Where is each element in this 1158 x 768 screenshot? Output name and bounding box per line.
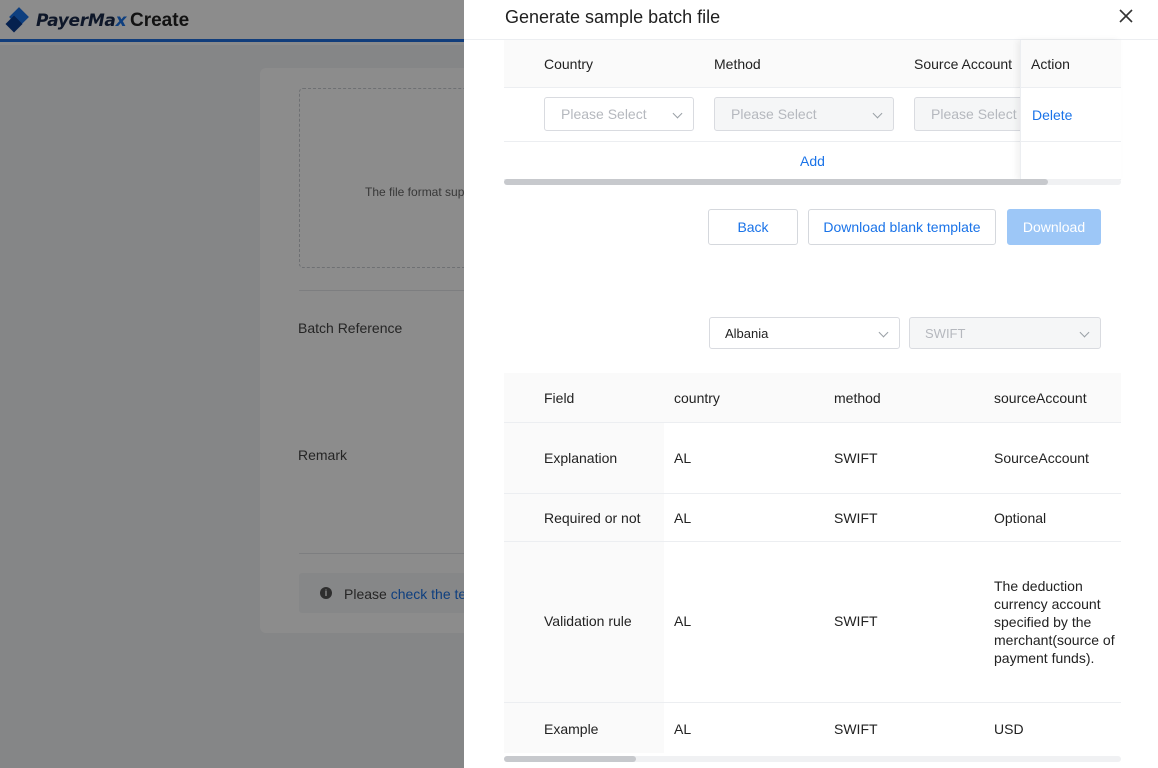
chevron-down-icon <box>872 108 883 119</box>
generate-sample-drawer: Generate sample batch file Country Metho… <box>464 0 1158 768</box>
source-account-cell: USD <box>994 721 1024 737</box>
source-account-cell: SourceAccount <box>994 450 1089 466</box>
country-cell: AL <box>674 721 692 737</box>
method-cell: SWIFT <box>834 510 878 526</box>
horizontal-scrollbar[interactable] <box>504 756 1121 762</box>
chevron-down-icon <box>672 108 683 119</box>
scrollbar-thumb[interactable] <box>504 756 636 762</box>
download-button[interactable]: Download <box>1007 209 1101 245</box>
field-name-cell: Validation rule <box>544 613 632 629</box>
field-name-cell: Example <box>544 721 599 737</box>
field-name-cell: Explanation <box>544 450 618 466</box>
field-description-table: Field country method sourceAccount Expla… <box>504 373 1121 753</box>
method-select[interactable]: Please Select <box>714 97 894 131</box>
drawer-title: Generate sample batch file <box>505 7 721 27</box>
source-account-select[interactable]: Please Select <box>914 97 1020 131</box>
column-header-country: Country <box>544 56 594 72</box>
table-row: Validation rule AL SWIFT The deduction c… <box>504 542 1121 703</box>
fixed-action-column <box>1020 40 1121 180</box>
add-row-link[interactable]: Add <box>800 153 825 169</box>
table-row: Required or not AL SWIFT Optional <box>504 494 1121 542</box>
chevron-down-icon <box>1079 327 1090 338</box>
method-cell: SWIFT <box>834 450 878 466</box>
download-blank-template-button[interactable]: Download blank template <box>808 209 996 245</box>
chevron-down-icon <box>878 327 889 338</box>
method-cell: SWIFT <box>834 613 878 629</box>
table-row: Example AL SWIFT USD <box>504 703 1121 753</box>
method-cell: SWIFT <box>834 721 878 737</box>
close-icon[interactable] <box>1116 6 1136 26</box>
field-name-cell: Required or not <box>544 510 641 526</box>
column-header-source-account: Source Account <box>914 56 1013 72</box>
country-cell: AL <box>674 613 692 629</box>
back-button[interactable]: Back <box>708 209 798 245</box>
horizontal-scrollbar[interactable] <box>504 179 1121 185</box>
country-cell: AL <box>674 510 692 526</box>
source-account-cell: Optional <box>994 510 1047 526</box>
scrollbar-thumb[interactable] <box>504 179 1048 185</box>
method-filter-select[interactable]: SWIFT <box>909 317 1101 349</box>
column-header-country: country <box>674 390 720 406</box>
country-cell: AL <box>674 450 692 466</box>
column-header-source-account: sourceAccount <box>994 390 1087 406</box>
country-select[interactable]: Please Select <box>544 97 694 131</box>
table-header-row: Field country method sourceAccount <box>504 373 1121 423</box>
table-row: Explanation AL SWIFT SourceAccount <box>504 423 1121 494</box>
column-header-method: method <box>834 390 881 406</box>
column-header-field: Field <box>544 390 575 406</box>
column-header-method: Method <box>714 56 761 72</box>
country-filter-select[interactable]: Albania <box>709 317 900 349</box>
source-account-cell: The deduction currency account specified… <box>994 578 1115 666</box>
